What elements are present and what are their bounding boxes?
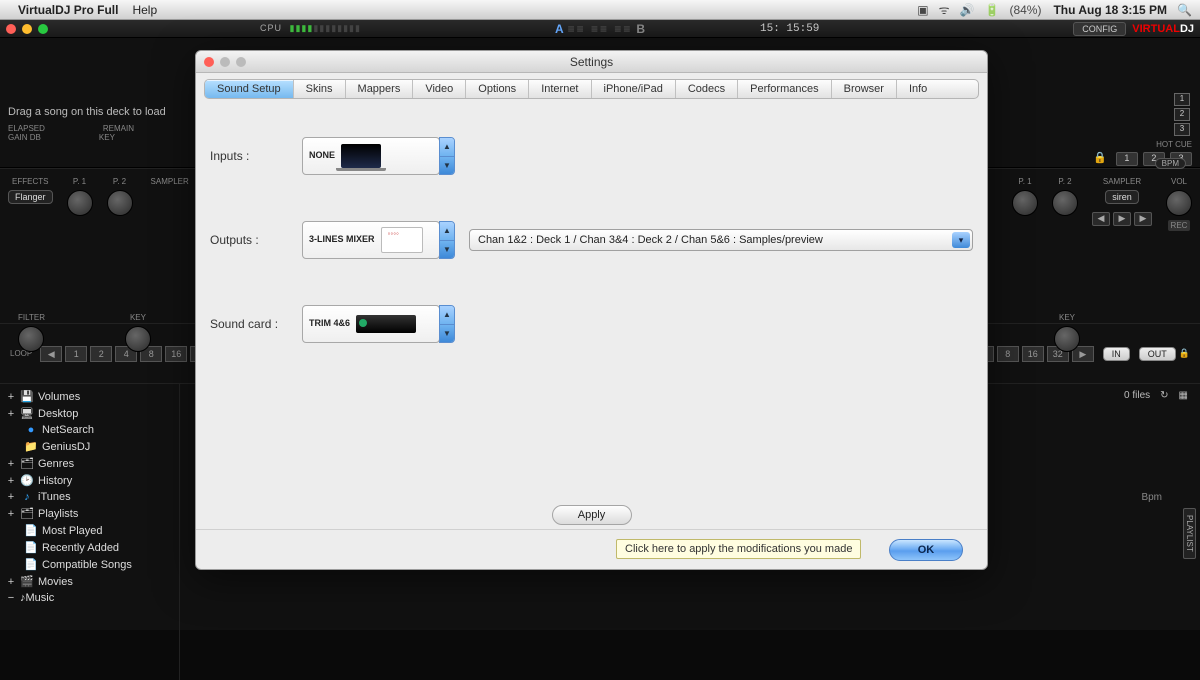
menu-help[interactable]: Help	[132, 3, 157, 17]
apply-button[interactable]: Apply	[552, 505, 632, 525]
ok-button[interactable]: OK	[889, 539, 963, 561]
soundcard-device[interactable]: TRIM 4&6	[302, 305, 440, 343]
tab-iphone-ipad[interactable]: iPhone/iPad	[592, 80, 676, 98]
tab-browser[interactable]: Browser	[832, 80, 897, 98]
minimize-icon[interactable]	[220, 57, 230, 67]
bpm-pill: BPM	[1155, 158, 1186, 169]
inputs-device[interactable]: NONE	[302, 137, 440, 175]
tab-codecs[interactable]: Codecs	[676, 80, 738, 98]
prev-button[interactable]: ◀	[1092, 212, 1110, 226]
app-name[interactable]: VirtualDJ Pro Full	[18, 3, 118, 17]
tab-internet[interactable]: Internet	[529, 80, 591, 98]
outputs-stepper[interactable]: ▲▼	[439, 221, 455, 259]
tab-skins[interactable]: Skins	[294, 80, 346, 98]
soundcard-label: Sound card :	[210, 317, 302, 331]
settings-window: Settings Sound Setup Skins Mappers Video…	[195, 50, 988, 570]
laptop-icon	[341, 144, 381, 168]
knob-p2[interactable]	[107, 190, 133, 216]
tab-sound-setup[interactable]: Sound Setup	[205, 80, 294, 98]
mixer-icon	[381, 227, 423, 253]
camera-icon[interactable]: ▣	[917, 3, 928, 17]
play-button[interactable]: ▶	[1113, 212, 1131, 226]
sampler-select[interactable]: siren	[1105, 190, 1139, 204]
next-button[interactable]: ▶	[1134, 212, 1152, 226]
dropdown-icon[interactable]: ▾	[952, 232, 970, 248]
settings-tabs: Sound Setup Skins Mappers Video Options …	[204, 79, 979, 99]
knob-p1[interactable]	[67, 190, 93, 216]
mac-menubar: VirtualDJ Pro Full Help ▣ ᯤ 🔊 🔋 (84%) Th…	[0, 0, 1200, 20]
effects-select[interactable]: Flanger	[8, 190, 53, 204]
chevron-down-icon: ▼	[440, 157, 454, 175]
tab-mappers[interactable]: Mappers	[346, 80, 414, 98]
channel-select[interactable]: Chan 1&2 : Deck 1 / Chan 3&4 : Deck 2 / …	[469, 229, 973, 251]
minimize-icon[interactable]	[22, 24, 32, 34]
battery-percent: (84%)	[1009, 3, 1041, 17]
tab-performances[interactable]: Performances	[738, 80, 831, 98]
column-bpm[interactable]: Bpm	[1141, 492, 1162, 503]
browser-tree[interactable]: +💾Volumes +🖥Desktop ●NetSearch 📁GeniusDJ…	[0, 384, 180, 680]
tab-video[interactable]: Video	[413, 80, 466, 98]
settings-title: Settings	[570, 55, 613, 69]
tab-info[interactable]: Info	[897, 80, 939, 98]
lock-icon[interactable]: 🔒	[1093, 152, 1107, 164]
maximize-icon[interactable]	[236, 57, 246, 67]
rack-device-icon	[356, 315, 416, 333]
lock-icon[interactable]: 🔒	[1179, 348, 1190, 359]
deck-load-hint: Drag a song on this deck to load	[8, 106, 182, 118]
window-traffic-lights[interactable]	[6, 24, 48, 34]
battery-icon[interactable]: 🔋	[985, 3, 1000, 17]
tab-options[interactable]: Options	[466, 80, 529, 98]
volume-icon[interactable]: 🔊	[960, 3, 975, 17]
app-topbar: CPU ▮▮▮▮▮▮▮▮▮▮▮▮ A≡≡ ≡≡ ≡≡B 15: 15:59 CO…	[0, 20, 1200, 38]
hotcue-label: HOT CUE	[1028, 140, 1192, 149]
menubar-clock[interactable]: Thu Aug 18 3:15 PM	[1053, 3, 1167, 17]
cpu-meter: CPU ▮▮▮▮▮▮▮▮▮▮▮▮	[260, 23, 361, 34]
spotlight-icon[interactable]: 🔍	[1177, 3, 1192, 17]
virtualdj-logo: VIRTUALDJ	[1132, 23, 1194, 35]
playlist-tab[interactable]: PLAYLIST	[1183, 508, 1196, 559]
close-icon[interactable]	[204, 57, 214, 67]
view-icon[interactable]: ▦	[1179, 390, 1188, 401]
chevron-up-icon: ▲	[440, 138, 454, 157]
wifi-icon[interactable]: ᯤ	[939, 1, 950, 18]
inputs-label: Inputs :	[210, 149, 302, 163]
settings-titlebar[interactable]: Settings	[196, 51, 987, 73]
deck-ab-indicator: A≡≡ ≡≡ ≡≡B	[555, 22, 645, 36]
inputs-stepper[interactable]: ▲▼	[439, 137, 455, 175]
config-button[interactable]: CONFIG	[1073, 22, 1126, 36]
close-icon[interactable]	[6, 24, 16, 34]
outputs-device[interactable]: 3-LINES MIXER	[302, 221, 440, 259]
outputs-label: Outputs :	[210, 233, 302, 247]
maximize-icon[interactable]	[38, 24, 48, 34]
deck-number-stack[interactable]: 123	[1174, 93, 1190, 136]
file-count: 0 files	[1124, 390, 1150, 401]
soundcard-stepper[interactable]: ▲▼	[439, 305, 455, 343]
apply-tooltip: Click here to apply the modifications yo…	[616, 539, 861, 559]
refresh-icon[interactable]: ↻	[1160, 390, 1168, 401]
hotcue-1[interactable]: 1	[1116, 152, 1138, 166]
timecode: 15: 15:59	[760, 23, 819, 35]
